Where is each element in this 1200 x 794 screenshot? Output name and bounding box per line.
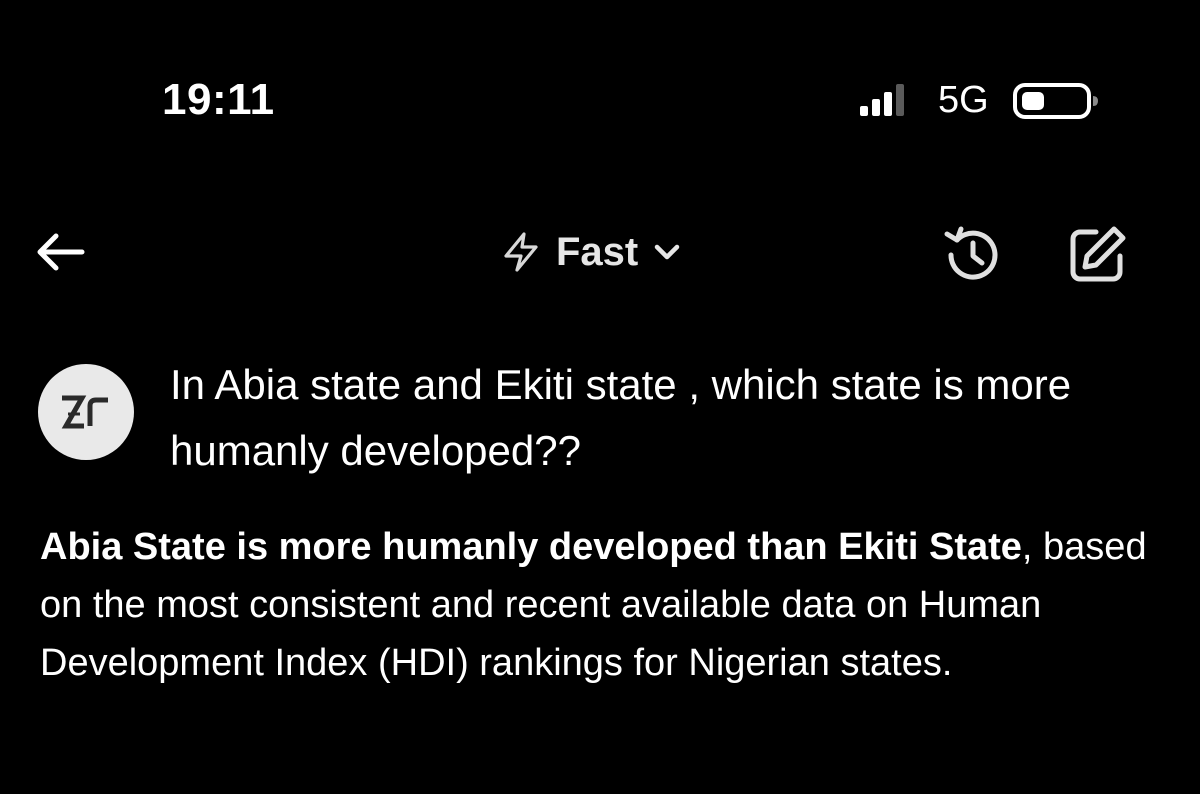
lightning-bolt-icon <box>504 232 538 272</box>
cellular-signal-icon <box>860 84 904 116</box>
avatar <box>38 364 134 460</box>
new-chat-button[interactable] <box>1062 220 1132 290</box>
arrow-left-icon <box>37 233 85 271</box>
back-button[interactable] <box>30 222 90 282</box>
answer-highlight: Abia State is more humanly developed tha… <box>40 526 1022 568</box>
battery-icon <box>1013 83 1098 119</box>
edit-icon <box>1070 226 1126 282</box>
question-text: In Abia state and Ekiti state , which st… <box>170 361 1072 474</box>
mode-selector-dropdown[interactable]: Fast <box>500 224 682 280</box>
status-time: 19:11 <box>162 75 275 124</box>
zr-logo-icon <box>61 395 108 429</box>
mode-label: Fast <box>556 230 639 274</box>
status-bar: 19:11 5G <box>0 0 1200 200</box>
history-button[interactable] <box>938 220 1008 290</box>
assistant-answer: Abia State is more humanly developed tha… <box>40 518 1160 692</box>
network-type-label: 5G <box>938 79 989 121</box>
nav-bar: Fast <box>0 200 1200 310</box>
chevron-down-icon <box>655 244 680 260</box>
history-icon <box>944 226 998 280</box>
